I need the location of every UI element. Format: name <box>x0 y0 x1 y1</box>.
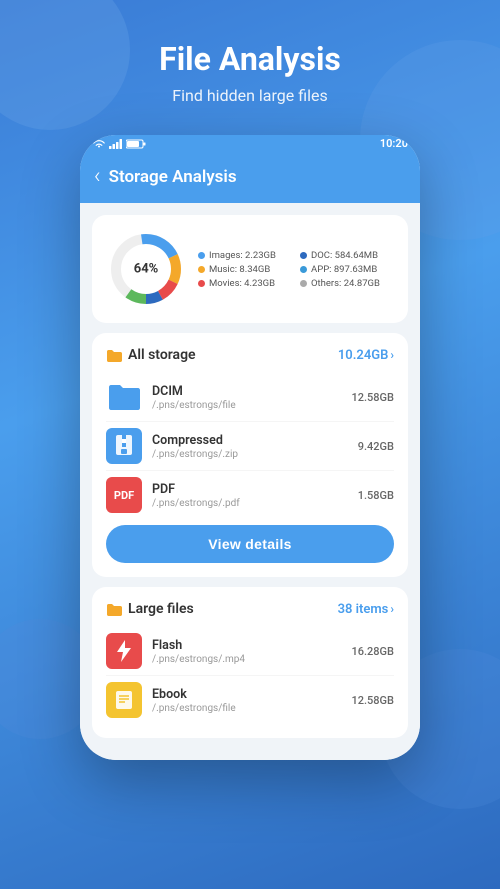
file-row[interactable]: Ebook /.pns/estrongs/file 12.58GB <box>106 676 394 724</box>
all-storage-chevron: › <box>390 348 394 362</box>
file-row[interactable]: DCIM /.pns/estrongs/file 12.58GB <box>106 373 394 422</box>
file-path: /.pns/estrongs/file <box>152 703 341 714</box>
all-storage-header: All storage 10.24GB › <box>106 347 394 363</box>
all-storage-folder-icon <box>106 349 122 362</box>
app-bar-title: Storage Analysis <box>109 167 237 187</box>
large-files-card: Large files 38 items › Flash /.pns/estro… <box>92 587 408 738</box>
file-info: DCIM /.pns/estrongs/file <box>152 384 341 411</box>
file-name: PDF <box>152 482 348 497</box>
phone-content: 64% Images: 2.23GB DOC: 584.64MB Music: 8.… <box>80 203 420 760</box>
signal-icon <box>109 139 123 149</box>
file-path: /.pns/estrongs/file <box>152 400 341 411</box>
all-storage-card: All storage 10.24GB › DCIM /.pns/estrong… <box>92 333 408 577</box>
file-icon <box>106 379 142 415</box>
all-storage-value[interactable]: 10.24GB › <box>338 348 394 363</box>
file-size: 1.58GB <box>358 489 394 502</box>
large-files-value[interactable]: 38 items › <box>338 602 394 617</box>
large-files-title-wrap: Large files <box>106 601 194 617</box>
status-bar: 10:20 <box>80 135 420 154</box>
battery-icon <box>126 139 146 149</box>
back-button[interactable]: ‹ <box>94 164 101 189</box>
file-size: 12.58GB <box>351 694 394 707</box>
all-storage-title: All storage <box>128 347 196 363</box>
large-files-chevron: › <box>390 602 394 616</box>
donut-chart: 64% <box>106 229 186 309</box>
view-details-button[interactable]: View details <box>106 525 394 563</box>
storage-overview: 64% Images: 2.23GB DOC: 584.64MB Music: 8.… <box>106 229 394 309</box>
wifi-icon <box>92 139 106 149</box>
status-time: 10:20 <box>380 137 408 150</box>
file-path: /.pns/estrongs/.mp4 <box>152 654 341 665</box>
app-bar: ‹ Storage Analysis <box>80 154 420 203</box>
legend-item: Others: 24.87GB <box>300 278 394 289</box>
file-info: Compressed /.pns/estrongs/.zip <box>152 433 348 460</box>
file-icon <box>106 682 142 718</box>
file-size: 9.42GB <box>358 440 394 453</box>
file-row[interactable]: Flash /.pns/estrongs/.mp4 16.28GB <box>106 627 394 676</box>
file-info: Ebook /.pns/estrongs/file <box>152 687 341 714</box>
file-path: /.pns/estrongs/.pdf <box>152 498 348 509</box>
file-row[interactable]: Compressed /.pns/estrongs/.zip 9.42GB <box>106 422 394 471</box>
storage-legend: Images: 2.23GB DOC: 584.64MB Music: 8.34GB… <box>198 250 394 289</box>
file-icon: PDF <box>106 477 142 513</box>
header-section: File Analysis Find hidden large files <box>139 0 361 125</box>
legend-item: DOC: 584.64MB <box>300 250 394 261</box>
file-name: Compressed <box>152 433 348 448</box>
large-files-title: Large files <box>128 601 194 617</box>
large-files-folder-icon <box>106 603 122 616</box>
file-size: 16.28GB <box>351 645 394 658</box>
file-icon <box>106 428 142 464</box>
file-path: /.pns/estrongs/.zip <box>152 449 348 460</box>
all-storage-files: DCIM /.pns/estrongs/file 12.58GB Compres… <box>106 373 394 519</box>
file-name: Ebook <box>152 687 341 702</box>
legend-item: APP: 897.63MB <box>300 264 394 275</box>
donut-percentage: 64% <box>134 262 159 277</box>
page-title: File Analysis <box>159 40 341 78</box>
status-icons-wrap <box>92 139 146 149</box>
all-storage-title-wrap: All storage <box>106 347 196 363</box>
file-info: Flash /.pns/estrongs/.mp4 <box>152 638 341 665</box>
file-name: DCIM <box>152 384 341 399</box>
storage-overview-card: 64% Images: 2.23GB DOC: 584.64MB Music: 8.… <box>92 215 408 323</box>
large-files-list: Flash /.pns/estrongs/.mp4 16.28GB Ebook … <box>106 627 394 724</box>
bg-circle-1 <box>0 0 130 130</box>
file-row[interactable]: PDF PDF /.pns/estrongs/.pdf 1.58GB <box>106 471 394 519</box>
legend-item: Images: 2.23GB <box>198 250 292 261</box>
file-info: PDF /.pns/estrongs/.pdf <box>152 482 348 509</box>
legend-item: Music: 8.34GB <box>198 264 292 275</box>
file-icon <box>106 633 142 669</box>
large-files-header: Large files 38 items › <box>106 601 394 617</box>
file-size: 12.58GB <box>351 391 394 404</box>
legend-item: Movies: 4.23GB <box>198 278 292 289</box>
page-subtitle: Find hidden large files <box>159 86 341 105</box>
file-name: Flash <box>152 638 341 653</box>
phone-mockup: 10:20 ‹ Storage Analysis <box>80 135 420 760</box>
